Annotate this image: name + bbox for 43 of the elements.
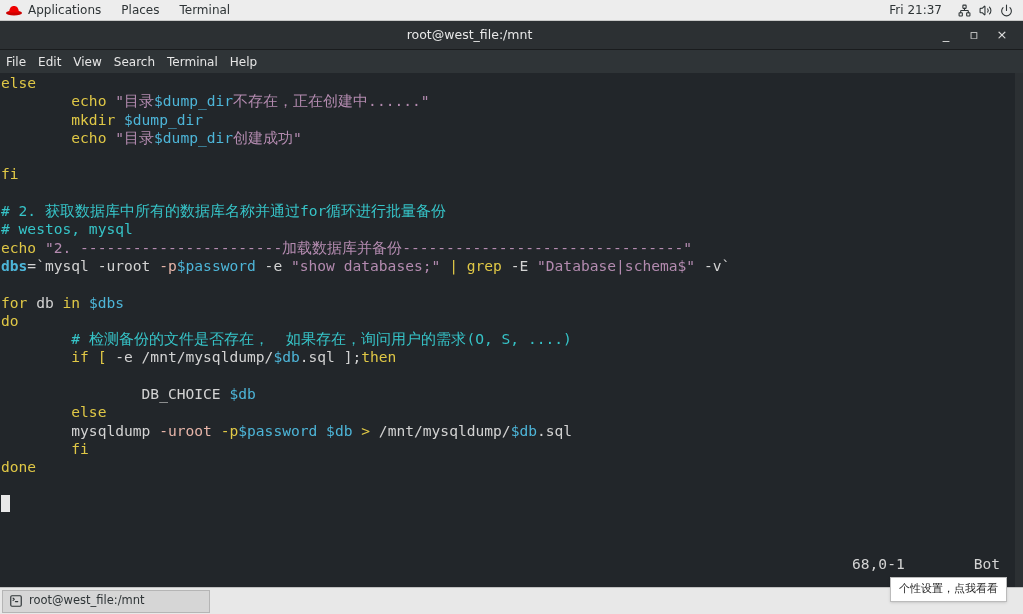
tooltip: 个性设置，点我看看 [890,577,1007,602]
code-line: done [1,458,37,476]
code-line: DB_CHOICE $db [140,385,256,403]
top-menu[interactable]: Places [121,1,160,19]
scrollbar[interactable] [1015,73,1023,587]
volume-icon[interactable] [979,3,992,17]
menu-item[interactable]: Terminal [167,52,218,71]
window-title: root@west_file:/mnt [406,25,533,44]
code-line: mkdir $dump_dir [70,110,204,128]
code-line: echo "目录$dump_dir不存在，正在创建中......" [70,92,430,110]
code-line: # westos, mysql [1,220,133,238]
menu-item[interactable]: Help [229,52,258,71]
scroll-position: Bot [973,554,1000,573]
code-line: # 检测备份的文件是否存在， 如果存在，询问用户的需求(O, S, ....) [70,330,572,348]
window-control-button[interactable]: ▫ [967,25,981,45]
code-line: echo "目录$dump_dir创建成功" [70,128,302,146]
top-menu[interactable]: Terminal [179,1,231,19]
code-line: if [ -e /mnt/mysqldump/$db.sql ];then [70,348,397,366]
menu-item[interactable]: Search [113,52,156,71]
code-line: fi [1,165,19,183]
terminal-icon [9,594,23,608]
top-menu[interactable]: Applications [28,1,102,19]
network-icon[interactable] [958,3,971,17]
code-line: else [1,74,37,91]
code-line: do [1,311,19,329]
code-line: mysqldump -uroot -p$password $db > /mnt/mysqldump/$db.sql [70,421,573,439]
power-icon[interactable] [1000,3,1013,17]
window-control-button[interactable]: _ [939,25,953,45]
cursor-position: 68,0-1 [852,554,905,573]
clock[interactable]: Fri 21:37 [889,1,942,19]
hat-logo-icon [6,4,22,16]
menu-item[interactable]: File [6,52,27,71]
text-cursor [1,494,10,512]
menu-item[interactable]: View [73,52,102,71]
code-line: echo "2. -----------------------加载数据库并备份--------------------------------" [1,238,693,256]
menu-item[interactable]: Edit [38,52,62,71]
code-line: # 2. 获取数据库中所有的数据库名称并通过for循环进行批量备份 [1,202,447,220]
code-line: fi [70,439,89,457]
code-line: for db in $dbs [1,293,125,311]
window-control-button[interactable]: × [995,25,1009,45]
code-line: dbs=`mysql -uroot -p$password -e "show databases;" | grep -E "Database|schema$" -v` [1,256,731,274]
code-line: else [70,403,107,421]
task-button[interactable]: root@west_file:/mnt [2,589,210,613]
